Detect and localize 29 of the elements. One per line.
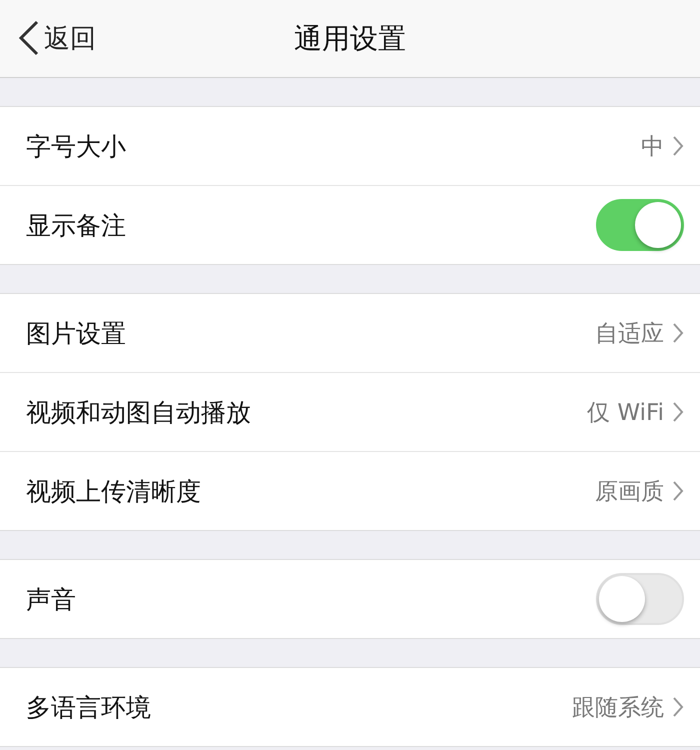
row-label: 视频上传清晰度 (26, 476, 202, 508)
settings-row[interactable]: 多语言环境 跟随系统 (0, 668, 700, 746)
chevron-icon (672, 480, 684, 502)
row-label: 视频和动图自动播放 (26, 396, 252, 428)
row-value: 中 (641, 132, 664, 162)
row-label: 显示备注 (26, 210, 127, 242)
chevron-icon (672, 696, 684, 718)
row-label: 字号大小 (26, 130, 127, 162)
toggle-switch[interactable] (596, 199, 684, 251)
chevron-icon (672, 135, 684, 157)
row-value: 跟随系统 (572, 694, 664, 722)
toggle-switch[interactable] (596, 573, 684, 625)
settings-row[interactable]: 视频和动图自动播放 仅 WiFi (0, 372, 700, 451)
row-label: 多语言环境 (26, 692, 152, 724)
settings-row[interactable]: 显示备注 (0, 185, 700, 264)
row-value: 仅 WiFi (587, 398, 664, 428)
chevron-icon (672, 401, 684, 423)
settings-row[interactable]: 字号大小 中 (0, 107, 700, 185)
back-button[interactable]: 返回 (18, 20, 96, 56)
row-value: 原画质 (595, 478, 664, 506)
row-value: 自适应 (595, 320, 664, 348)
page-title: 通用设置 (294, 20, 406, 56)
chevron-icon (672, 322, 684, 344)
settings-row[interactable]: 图片设置 自适应 (0, 294, 700, 372)
settings-row[interactable]: 声音 (0, 560, 700, 638)
settings-row[interactable]: 视频上传清晰度 原画质 (0, 451, 700, 530)
back-icon (18, 20, 40, 56)
row-label: 声音 (26, 584, 77, 616)
row-label: 图片设置 (26, 318, 127, 350)
